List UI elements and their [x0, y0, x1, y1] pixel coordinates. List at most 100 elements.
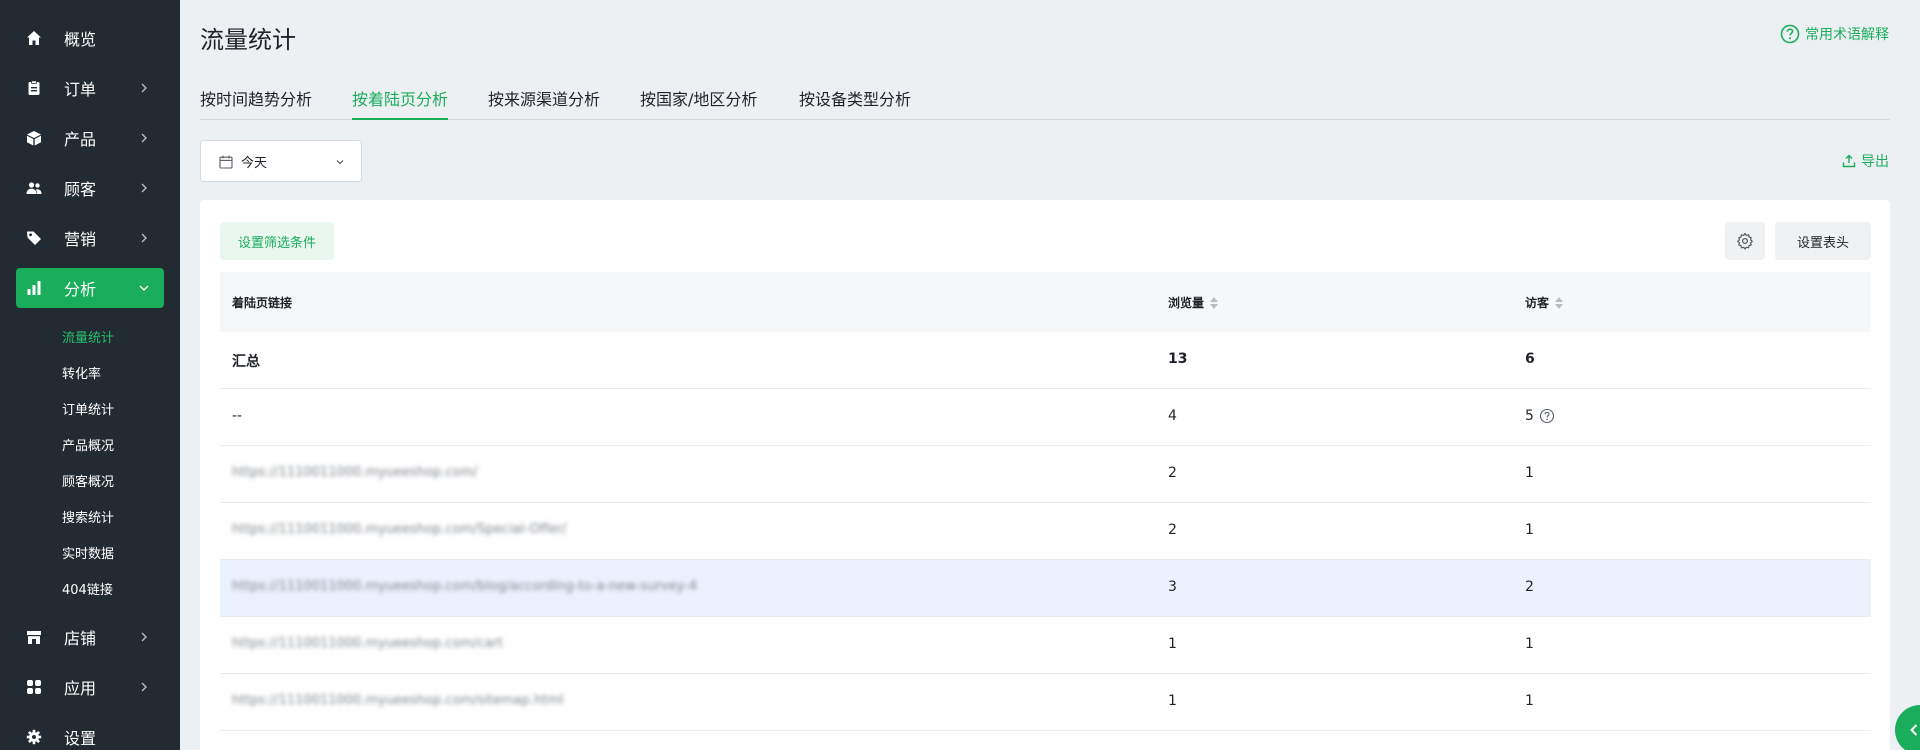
column-header-landing-url: 着陆页链接	[232, 294, 292, 311]
column-header-label: 着陆页链接	[232, 296, 293, 310]
page-title: 流量统计	[200, 26, 296, 54]
set-table-header-button[interactable]: 设置表头	[1775, 222, 1871, 260]
home-icon	[26, 30, 42, 46]
sidebar-subitem-404[interactable]: 404链接	[62, 579, 113, 598]
landing-page-table: 着陆页链接 浏览量 访客 汇总 13 6 -- 4 5 https://1110…	[220, 272, 1871, 731]
landing-url: --	[232, 408, 243, 424]
sidebar-subitem-customer-overview[interactable]: 顾客概况	[62, 471, 114, 490]
date-range-select[interactable]: 今天	[200, 140, 362, 182]
sidebar-item-label: 设置	[64, 729, 97, 748]
landing-page-report-card: 设置筛选条件 设置表头 着陆页链接 浏览量 访客 汇总 13 6 -- 4 5 …	[200, 200, 1890, 750]
sidebar-subitem-order-stats[interactable]: 订单统计	[62, 399, 114, 418]
users-icon	[26, 180, 42, 196]
sidebar-item-label: 营销	[64, 230, 97, 249]
sidebar-item-label: 顾客	[64, 180, 97, 199]
tab-source-channel[interactable]: 按来源渠道分析	[488, 86, 600, 120]
landing-url[interactable]: https://1110011000.myueeshop.com/	[232, 465, 478, 480]
export-label: 导出	[1861, 154, 1889, 170]
landing-url[interactable]: https://1110011000.myueeshop.com/Special…	[232, 522, 566, 537]
sidebar-item-marketing[interactable]: 营销	[16, 218, 164, 258]
sidebar-item-orders[interactable]: 订单	[16, 68, 164, 108]
chevron-right-icon	[141, 133, 147, 143]
date-range-value: 今天	[241, 155, 268, 171]
floating-chat-button[interactable]	[1895, 705, 1920, 750]
sidebar-subitem-realtime[interactable]: 实时数据	[62, 543, 114, 562]
sidebar-item-overview[interactable]: 概览	[16, 18, 164, 58]
column-header-views[interactable]: 浏览量	[1168, 294, 1219, 311]
sort-icon[interactable]	[1210, 296, 1219, 309]
tab-time-trend[interactable]: 按时间趋势分析	[200, 86, 312, 120]
sidebar-item-analytics[interactable]: 分析	[16, 268, 164, 308]
sort-icon[interactable]	[1555, 296, 1564, 309]
table-row: -- 4 5	[220, 389, 1871, 446]
sidebar-item-store[interactable]: 店铺	[16, 617, 164, 657]
sidebar-item-customers[interactable]: 顾客	[16, 168, 164, 208]
chevron-left-icon	[1910, 724, 1918, 736]
column-header-visitors[interactable]: 访客	[1525, 294, 1564, 311]
chevron-right-icon	[141, 632, 147, 642]
landing-url[interactable]: https://1110011000.myueeshop.com/cart	[232, 636, 503, 651]
glossary-link-label: 常用术语解释	[1805, 27, 1889, 43]
sidebar-item-label: 店铺	[64, 629, 97, 648]
sidebar-item-settings[interactable]: 设置	[16, 717, 164, 750]
sidebar-subitem-conversion[interactable]: 转化率	[62, 363, 101, 382]
sidebar-subitem-product-overview[interactable]: 产品概况	[62, 435, 114, 454]
store-icon	[26, 629, 42, 645]
export-button[interactable]: 导出	[1842, 151, 1889, 171]
chevron-down-icon	[139, 285, 149, 291]
gear-icon	[26, 729, 42, 745]
sidebar-item-label: 应用	[64, 679, 97, 698]
total-label: 汇总	[232, 354, 260, 370]
visitors-value: 5	[1525, 408, 1534, 424]
visitors-value: 1	[1525, 522, 1534, 538]
table-row: https://1110011000.myueeshop.com/ 2 1	[220, 446, 1871, 503]
column-header-label: 浏览量	[1168, 296, 1205, 310]
box-icon	[26, 130, 42, 146]
total-views: 13	[1168, 351, 1188, 367]
landing-url[interactable]: https://1110011000.myueeshop.com/blog/ac…	[232, 579, 697, 594]
sidebar-subitem-search-stats[interactable]: 搜索统计	[62, 507, 114, 526]
landing-url[interactable]: https://1110011000.myueeshop.com/sitemap…	[232, 693, 564, 708]
calendar-icon	[219, 155, 233, 169]
sidebar-item-label: 产品	[64, 130, 97, 149]
upload-icon	[1842, 154, 1856, 168]
set-filter-button[interactable]: 设置筛选条件	[220, 222, 334, 260]
chevron-right-icon	[141, 83, 147, 93]
apps-icon	[26, 679, 42, 695]
question-circle-icon[interactable]	[1539, 408, 1555, 424]
question-circle-icon	[1780, 24, 1800, 44]
visitors-value: 1	[1525, 465, 1534, 481]
views-value: 3	[1168, 579, 1177, 595]
visitors-value: 2	[1525, 579, 1534, 595]
total-visitors: 6	[1525, 351, 1535, 367]
sidebar-item-label: 概览	[64, 30, 97, 49]
tab-device-type[interactable]: 按设备类型分析	[799, 86, 911, 120]
views-value: 2	[1168, 465, 1177, 481]
sidebar-item-products[interactable]: 产品	[16, 118, 164, 158]
chart-icon	[26, 280, 42, 296]
table-row: https://1110011000.myueeshop.com/cart 1 …	[220, 617, 1871, 674]
table-row: https://1110011000.myueeshop.com/sitemap…	[220, 674, 1871, 731]
table-settings-button[interactable]	[1725, 222, 1765, 260]
sidebar-item-label: 分析	[64, 280, 97, 299]
views-value: 1	[1168, 636, 1177, 652]
tab-landing-page[interactable]: 按着陆页分析	[352, 86, 449, 120]
views-value: 4	[1168, 408, 1177, 424]
table-row-total: 汇总 13 6	[220, 332, 1871, 389]
sidebar-item-label: 订单	[64, 80, 97, 99]
tab-country-region[interactable]: 按国家/地区分析	[640, 86, 757, 120]
visitors-value: 1	[1525, 636, 1534, 652]
visitors-value: 1	[1525, 693, 1534, 709]
chevron-right-icon	[141, 183, 147, 193]
gear-icon	[1737, 232, 1753, 250]
chevron-right-icon	[141, 233, 147, 243]
sidebar-item-apps[interactable]: 应用	[16, 667, 164, 707]
chevron-right-icon	[141, 682, 147, 692]
views-value: 1	[1168, 693, 1177, 709]
glossary-link[interactable]: 常用术语解释	[1780, 24, 1889, 44]
visitors-cell: 5	[1525, 408, 1555, 424]
analysis-tabs: 按时间趋势分析 按着陆页分析 按来源渠道分析 按国家/地区分析 按设备类型分析	[200, 80, 1890, 120]
table-row-hovered: https://1110011000.myueeshop.com/blog/ac…	[220, 560, 1871, 617]
sidebar-subitem-traffic[interactable]: 流量统计	[62, 327, 114, 346]
chevron-down-icon	[336, 160, 344, 165]
